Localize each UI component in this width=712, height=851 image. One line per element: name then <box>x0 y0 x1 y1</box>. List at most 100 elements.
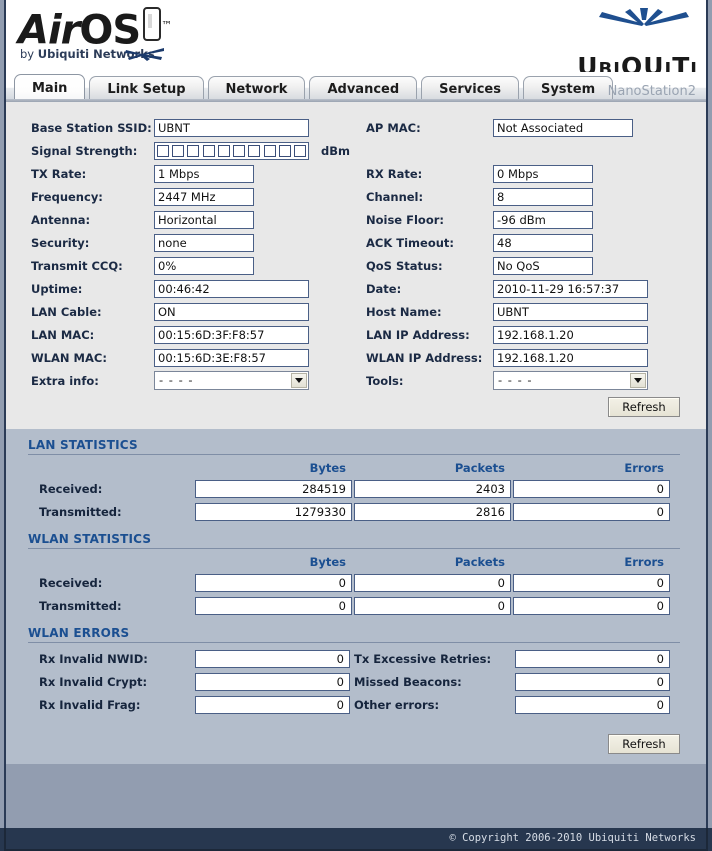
stats-cell: 2403 <box>354 479 511 498</box>
label-transmit-ccq: Transmit CCQ: <box>31 258 123 273</box>
stats-header-row: Bytes Packets Errors <box>28 459 680 477</box>
stats-value-received-errors[interactable]: 0 <box>513 573 670 592</box>
label-antenna: Antenna: <box>31 212 91 227</box>
lan-statistics-heading: LAN STATISTICS <box>28 429 680 455</box>
navigation-tabs: Main Link Setup Network Advanced Services Sys… <box>14 74 617 102</box>
label-rx-invalid-nwid: Rx Invalid NWID: <box>39 651 148 666</box>
field-rx-rate[interactable]: 0 Mbps <box>493 164 593 183</box>
field-frequency[interactable]: 2447 MHz <box>154 187 254 206</box>
ubnt-t: T <box>672 52 691 73</box>
status-form-panel: Base Station SSID: UBNT Signal Strength: dB… <box>6 102 706 429</box>
status-row-spacer <box>360 139 698 162</box>
refresh-top-button[interactable]: Refresh <box>608 397 680 417</box>
stats-value-received-packets[interactable]: 2403 <box>354 479 511 498</box>
signal-segment <box>157 144 169 157</box>
value-wrap-left: 0 <box>195 672 350 691</box>
label-rx-rate: RX Rate: <box>366 166 423 181</box>
status-row-channel: Channel: 8 <box>360 185 698 208</box>
field-lan-cable[interactable]: ON <box>154 302 309 321</box>
signal-segment <box>172 144 185 157</box>
field-tx-excessive-retries[interactable]: 0 <box>515 649 670 668</box>
tab-main[interactable]: Main <box>14 74 86 102</box>
label-ack-timeout: ACK Timeout: <box>366 235 455 250</box>
status-row-lan-cable: LAN Cable: ON <box>14 300 352 323</box>
field-qos-status[interactable]: No QoS <box>493 256 593 275</box>
stats-value-received-errors[interactable]: 0 <box>513 479 670 498</box>
status-row-signal-strength: Signal Strength: dBm <box>14 139 352 162</box>
field-noise-floor[interactable]: -96 dBm <box>493 210 593 229</box>
field-security[interactable]: none <box>154 233 254 252</box>
label-security: Security: <box>31 235 90 250</box>
stats-value-transmitted-errors[interactable]: 0 <box>513 596 670 615</box>
stats-value-received-bytes[interactable]: 284519 <box>195 479 352 498</box>
stats-cell: 0 <box>513 596 670 615</box>
field-host-name[interactable]: UBNT <box>493 302 648 321</box>
field-lan-mac[interactable]: 00:15:6D:3F:F8:57 <box>154 325 309 344</box>
field-wlan-ip-address[interactable]: 192.168.1.20 <box>493 348 648 367</box>
select-value-tools: - - - - <box>498 373 533 387</box>
field-antenna[interactable]: Horizontal <box>154 210 254 229</box>
status-row-host-name: Host Name: UBNT <box>360 300 698 323</box>
table-row: Transmitted: 1279330 2816 0 <box>28 500 680 523</box>
field-uptime[interactable]: 00:46:42 <box>154 279 309 298</box>
stats-value-transmitted-packets[interactable]: 2816 <box>354 502 511 521</box>
lan-statistics-table: Bytes Packets Errors Received: 284519 2403 0 Tr… <box>6 459 706 523</box>
page-footer: © Copyright 2006-2010 Ubiquiti Networks <box>0 828 712 851</box>
select-extra-info[interactable]: - - - - <box>154 371 309 390</box>
label-wlan-ip-address: WLAN IP Address: <box>366 350 483 365</box>
label-base-station-ssid: Base Station SSID: <box>31 120 152 135</box>
ubiquiti-antenna-icon <box>599 8 689 26</box>
stats-value-transmitted-packets[interactable]: 0 <box>354 596 511 615</box>
status-row-extra-info: Extra info: - - - - <box>14 369 352 392</box>
field-channel[interactable]: 8 <box>493 187 593 206</box>
field-rx-invalid-nwid[interactable]: 0 <box>195 649 350 668</box>
signal-segment <box>217 144 230 157</box>
footer-inner: © Copyright 2006-2010 Ubiquiti Networks <box>4 828 708 851</box>
stats-cell: 284519 <box>195 479 352 498</box>
status-row-rx-rate: RX Rate: 0 Mbps <box>360 162 698 185</box>
status-row-tools: Tools: - - - - <box>360 369 698 392</box>
select-tools[interactable]: - - - - <box>493 371 648 390</box>
field-lan-ip-address[interactable]: 192.168.1.20 <box>493 325 648 344</box>
field-missed-beacons[interactable]: 0 <box>515 672 670 691</box>
statistics-panel: LAN STATISTICS Bytes Packets Errors Receive… <box>6 429 706 764</box>
field-other-errors[interactable]: 0 <box>515 695 670 714</box>
stats-value-transmitted-bytes[interactable]: 1279330 <box>195 502 352 521</box>
stats-cell: 2816 <box>354 502 511 521</box>
chevron-down-icon[interactable] <box>630 373 646 388</box>
field-rx-invalid-crypt[interactable]: 0 <box>195 672 350 691</box>
airos-page: AirOS ™ by Ubiquiti Networks UBIQUITI Ma… <box>0 0 712 851</box>
status-row-security: Security: none <box>14 231 352 254</box>
label-date: Date: <box>366 281 402 296</box>
chevron-down-icon[interactable] <box>291 373 307 388</box>
status-row-antenna: Antenna: Horizontal <box>14 208 352 231</box>
stats-column-header-bytes: Bytes <box>309 555 346 569</box>
field-ap-mac[interactable]: Not Associated <box>493 118 633 137</box>
refresh-bottom-button[interactable]: Refresh <box>608 734 680 754</box>
trademark-symbol: ™ <box>161 19 172 32</box>
field-ack-timeout[interactable]: 48 <box>493 233 593 252</box>
field-transmit-ccq[interactable]: 0% <box>154 256 254 275</box>
refresh-top-row: Refresh <box>6 397 706 417</box>
status-row-base-station-ssid: Base Station SSID: UBNT <box>14 116 352 139</box>
stats-value-transmitted-errors[interactable]: 0 <box>513 502 670 521</box>
signal-segment <box>278 144 291 157</box>
field-base-station-ssid[interactable]: UBNT <box>154 118 309 137</box>
field-date[interactable]: 2010-11-29 16:57:37 <box>493 279 648 298</box>
field-wlan-mac[interactable]: 00:15:6D:3E:F8:57 <box>154 348 309 367</box>
ubiquiti-swoosh-icon <box>120 46 166 65</box>
label-lan-cable: LAN Cable: <box>31 304 102 319</box>
label-lan-ip-address: LAN IP Address: <box>366 327 470 342</box>
page-frame: AirOS ™ by Ubiquiti Networks UBIQUITI Ma… <box>4 0 708 828</box>
status-row-date: Date: 2010-11-29 16:57:37 <box>360 277 698 300</box>
value-wrap-right: 0 <box>515 649 670 668</box>
label-tx-rate: TX Rate: <box>31 166 87 181</box>
stats-value-received-bytes[interactable]: 0 <box>195 573 352 592</box>
status-row-qos-status: QoS Status: No QoS <box>360 254 698 277</box>
field-rx-invalid-frag[interactable]: 0 <box>195 695 350 714</box>
field-tx-rate[interactable]: 1 Mbps <box>154 164 254 183</box>
label-host-name: Host Name: <box>366 304 442 319</box>
stats-value-transmitted-bytes[interactable]: 0 <box>195 596 352 615</box>
stats-value-received-packets[interactable]: 0 <box>354 573 511 592</box>
label-uptime: Uptime: <box>31 281 83 296</box>
